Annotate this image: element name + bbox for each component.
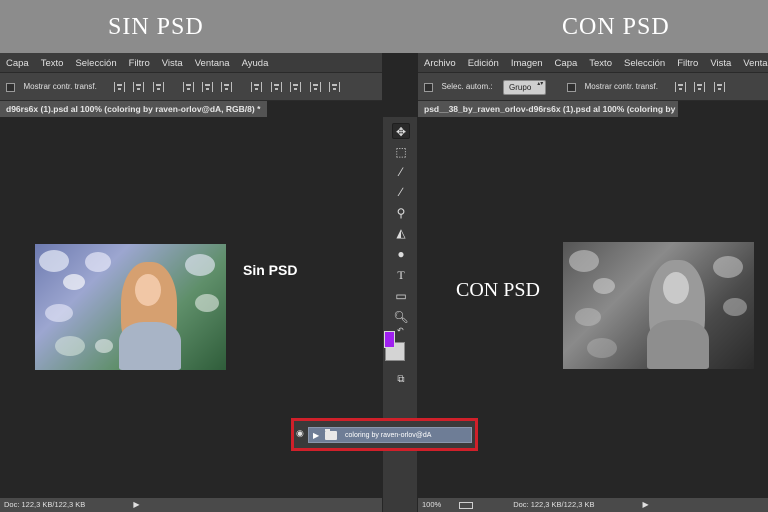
align-hcenter-icon[interactable] — [201, 82, 213, 92]
view-icon[interactable] — [459, 501, 474, 509]
menu-item-vista[interactable]: Vista — [156, 54, 189, 72]
menu-item-ventana[interactable]: Ventana — [737, 54, 768, 72]
menu-item-filtro[interactable]: Filtro — [123, 54, 156, 72]
foreground-color-swatch[interactable] — [384, 331, 395, 348]
menu-item-capa[interactable]: Capa — [549, 54, 584, 72]
eyedropper-tool-icon[interactable]: ⁄ — [392, 164, 410, 180]
menu-item-capa[interactable]: Capa — [0, 54, 35, 72]
quick-select-tool-icon[interactable]: ⬚ — [392, 144, 410, 160]
visibility-eye-icon[interactable]: ◉ — [296, 428, 304, 439]
show-transform-checkbox[interactable] — [567, 82, 577, 92]
distribute-bottom-icon[interactable] — [290, 82, 302, 92]
move-tool-icon[interactable]: ✥ — [392, 123, 410, 139]
rectangle-tool-icon[interactable]: ▭ — [392, 288, 410, 304]
status-menu-arrow-icon[interactable]: ▶ — [133, 498, 139, 512]
menu-item-selecci-n[interactable]: Selección — [618, 54, 671, 72]
align-top-icon[interactable] — [674, 82, 686, 92]
menu-bar: Capa Texto Selección Filtro Vista Ventana Ayud… — [0, 53, 382, 73]
status-bar: 100% Doc: 122,3 KB/122,3 KB ▶ — [418, 498, 768, 512]
menu-item-ayuda[interactable]: Ayuda — [236, 54, 275, 72]
left-title: SIN PSD — [108, 14, 204, 40]
menu-item-texto[interactable]: Texto — [583, 54, 618, 72]
zoom-tool-icon[interactable]: 🔍︎ — [392, 309, 410, 325]
zoom-level[interactable]: 100% — [422, 500, 441, 509]
edited-photo — [563, 242, 754, 369]
paint-bucket-tool-icon[interactable]: ◭ — [392, 225, 410, 241]
align-top-icon[interactable] — [113, 82, 125, 92]
clone-stamp-tool-icon[interactable]: ⚲ — [392, 205, 410, 221]
screen-mode-icon[interactable]: ⧉ — [392, 372, 410, 388]
menu-bar: Archivo Edición Imagen Capa Texto Selección Fi… — [418, 53, 768, 73]
distribute-top-icon[interactable] — [251, 82, 263, 92]
dodge-tool-icon[interactable]: ● — [392, 246, 410, 262]
status-menu-arrow-icon[interactable]: ▶ — [643, 498, 649, 512]
menu-item-selecci-n[interactable]: Selección — [69, 54, 122, 72]
menu-item-texto[interactable]: Texto — [35, 54, 70, 72]
align-bottom-icon[interactable] — [152, 82, 164, 92]
close-icon[interactable]: × — [266, 101, 267, 117]
menu-item-ventana[interactable]: Ventana — [189, 54, 236, 72]
distribute-left-icon[interactable] — [309, 82, 321, 92]
align-right-icon[interactable] — [221, 82, 233, 92]
document-tab-title: d96rs6x (1).psd al 100% (coloring by rav… — [6, 104, 261, 114]
image-label: Sin PSD — [243, 262, 298, 278]
document-size: Doc: 122,3 KB/122,3 KB — [513, 500, 595, 509]
brush-tool-icon[interactable]: ∕ — [392, 184, 410, 200]
menu-item-vista[interactable]: Vista — [704, 54, 737, 72]
options-bar: Mostrar contr. transf. — [0, 73, 382, 101]
show-transform-label: Mostrar contr. transf. — [584, 82, 658, 91]
colored-photo — [35, 244, 226, 370]
layer-name: coloring by raven-orlov@dA — [345, 432, 432, 439]
show-transform-checkbox[interactable] — [6, 82, 15, 92]
distribute-vcenter-icon[interactable] — [270, 82, 282, 92]
align-vcenter-icon[interactable] — [694, 82, 706, 92]
layer-highlight-box: ◉ ▶ coloring by raven-orlov@dA — [291, 418, 478, 451]
align-left-icon[interactable] — [182, 82, 194, 92]
tools-panel: ✥ ⬚ ⁄ ∕ ⚲ ◭ ● T ▭ 🔍︎ ↶ ⧉ — [382, 117, 418, 512]
menu-item-archivo[interactable]: Archivo — [418, 54, 462, 72]
right-title: CON PSD — [562, 14, 670, 40]
document-tab[interactable]: d96rs6x (1).psd al 100% (coloring by rav… — [0, 101, 267, 117]
status-bar: Doc: 122,3 KB/122,3 KB ▶ — [0, 498, 382, 512]
comparison-header: SIN PSD CON PSD — [0, 0, 768, 53]
auto-select-checkbox[interactable] — [424, 82, 433, 92]
document-tab-title: psd__38_by_raven_orlov-d96rs6x (1).psd a… — [424, 104, 678, 114]
expand-arrow-icon[interactable]: ▶ — [313, 429, 319, 442]
menu-item-edici-n[interactable]: Edición — [462, 54, 505, 72]
align-vcenter-icon[interactable] — [133, 82, 145, 92]
document-size: Doc: 122,3 KB/122,3 KB — [4, 500, 86, 509]
layer-group-row[interactable]: ▶ coloring by raven-orlov@dA — [308, 427, 472, 443]
menu-item-imagen[interactable]: Imagen — [505, 54, 549, 72]
menu-item-filtro[interactable]: Filtro — [671, 54, 704, 72]
swap-colors-icon[interactable]: ↶ — [397, 326, 404, 335]
distribute-hcenter-icon[interactable] — [329, 82, 341, 92]
document-tab[interactable]: psd__38_by_raven_orlov-d96rs6x (1).psd a… — [418, 101, 678, 117]
align-bottom-icon[interactable] — [713, 82, 725, 92]
auto-select-dropdown[interactable]: Grupo — [503, 79, 547, 95]
type-tool-icon[interactable]: T — [392, 267, 410, 283]
auto-select-label: Selec. autom.: — [441, 82, 493, 91]
options-bar: Selec. autom.: Grupo Mostrar contr. tran… — [418, 73, 768, 101]
image-label: CON PSD — [456, 279, 540, 301]
folder-icon — [325, 429, 337, 440]
show-transform-label: Mostrar contr. transf. — [23, 82, 97, 91]
